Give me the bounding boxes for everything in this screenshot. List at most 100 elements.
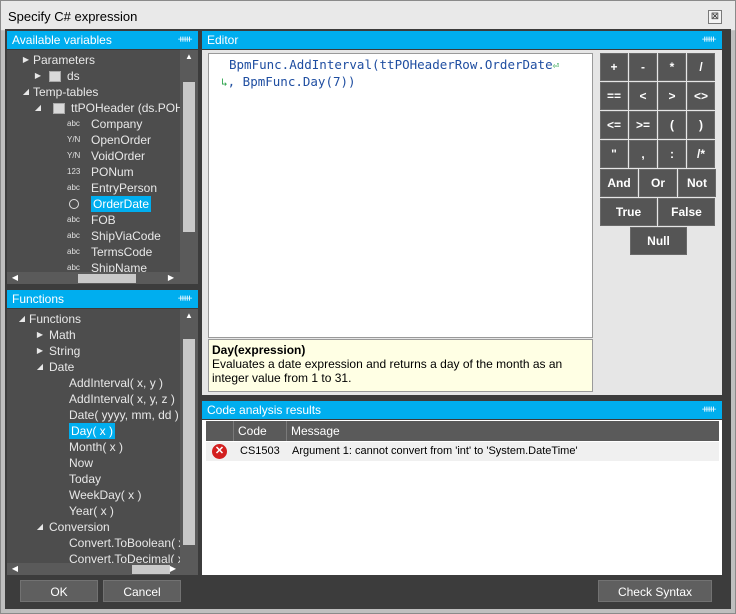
function-item-addinterval-x-y-z[interactable]: AddInterval( x, y, z )	[7, 391, 179, 407]
cancel-button[interactable]: Cancel	[103, 580, 181, 602]
keypad-button[interactable]: /	[687, 53, 715, 81]
tree-item-ttpoheader-ds-poh[interactable]: ◢ ttPOHeader (ds.POH	[7, 100, 184, 116]
functions-horizontal-scrollbar[interactable]: ◀ ▶	[7, 563, 198, 575]
keypad-button[interactable]: *	[658, 53, 686, 81]
check-syntax-button[interactable]: Check Syntax	[598, 580, 712, 602]
function-item-now[interactable]: Now	[7, 455, 179, 471]
keypad-button[interactable]: ,	[629, 140, 657, 168]
tree-item-orderdate[interactable]: OrderDate	[7, 196, 179, 212]
variables-vertical-scrollbar[interactable]: ▲	[180, 50, 198, 272]
column-header-code[interactable]: Code	[238, 421, 267, 441]
function-item-weekday-x[interactable]: WeekDay( x )	[7, 487, 179, 503]
tree-item-voidorder[interactable]: Y/N VoidOrder	[7, 148, 179, 164]
keypad-button[interactable]: False	[658, 198, 715, 226]
results-grid-header: Code Message	[206, 421, 719, 441]
scroll-up-arrow-icon[interactable]: ▲	[183, 311, 195, 320]
keypad-button[interactable]: <>	[687, 82, 715, 110]
variables-horizontal-scrollbar[interactable]: ◀ ▶	[7, 272, 198, 284]
results-panel-body: Code Message ✕ CS1503 Argument 1: cannot…	[202, 420, 722, 575]
keypad-button[interactable]: Or	[639, 169, 677, 197]
dialog-client: Available variables ᚔ abc ShipName abc Term…	[5, 29, 731, 609]
function-item-label: Date	[49, 360, 75, 374]
scroll-right-arrow-icon[interactable]: ▶	[167, 564, 179, 573]
collapse-icon[interactable]: ◢	[21, 84, 31, 100]
pin-icon[interactable]: ᚔ	[178, 31, 192, 49]
function-item-string[interactable]: ▶ String	[7, 343, 179, 359]
pin-icon[interactable]: ᚔ	[178, 290, 192, 308]
keypad-button[interactable]: Null	[630, 227, 687, 255]
keypad-button[interactable]: :	[658, 140, 686, 168]
tree-item-openorder[interactable]: Y/N OpenOrder	[7, 132, 179, 148]
tree-item-fob[interactable]: abc FOB	[7, 212, 179, 228]
tree-item-ponum[interactable]: 123 PONum	[7, 164, 179, 180]
scroll-thumb[interactable]	[78, 274, 136, 283]
keypad-button[interactable]: True	[600, 198, 657, 226]
keypad-button[interactable]: -	[629, 53, 657, 81]
expand-icon[interactable]: ▶	[35, 343, 45, 359]
collapse-icon[interactable]: ◢	[35, 359, 45, 375]
keypad-button[interactable]: >=	[629, 111, 657, 139]
result-message: Argument 1: cannot convert from 'int' to…	[292, 445, 578, 457]
scroll-thumb[interactable]	[183, 82, 195, 232]
tree-item-ds[interactable]: ▶ ds	[7, 68, 179, 84]
close-icon[interactable]: ⊠	[708, 10, 722, 24]
function-item-today[interactable]: Today	[7, 471, 179, 487]
expression-editor[interactable]: BpmFunc.AddInterval(ttPOHeaderRow.OrderD…	[208, 53, 593, 338]
keypad-button[interactable]: Not	[678, 169, 716, 197]
scroll-thumb[interactable]	[132, 565, 170, 574]
dataset-icon	[49, 71, 61, 82]
function-item-label: Now	[69, 456, 94, 470]
tree-item-label: VoidOrder	[91, 149, 146, 163]
keypad-button[interactable]: "	[600, 140, 628, 168]
collapse-icon[interactable]: ◢	[33, 100, 43, 116]
keypad-button[interactable]: +	[600, 53, 628, 81]
pin-icon[interactable]: ᚔ	[702, 31, 716, 49]
function-item-day-x[interactable]: Day( x )	[7, 423, 179, 439]
function-item-date[interactable]: ◢ Date	[7, 359, 179, 375]
keypad-button[interactable]: <=	[600, 111, 628, 139]
keypad-button[interactable]: ==	[600, 82, 628, 110]
column-header-message[interactable]: Message	[291, 421, 340, 441]
function-item-addinterval-x-y[interactable]: AddInterval( x, y )	[7, 375, 179, 391]
scroll-up-arrow-icon[interactable]: ▲	[183, 52, 195, 61]
tree-item-parameters[interactable]: ▶ Parameters	[7, 52, 179, 68]
keypad-button[interactable]: <	[629, 82, 657, 110]
collapse-icon[interactable]: ◢	[35, 519, 45, 535]
scroll-right-arrow-icon[interactable]: ▶	[165, 273, 177, 282]
column-header-icon[interactable]	[206, 421, 234, 441]
tree-item-entryperson[interactable]: abc EntryPerson	[7, 180, 179, 196]
keypad-button[interactable]: (	[658, 111, 686, 139]
function-item-month-x[interactable]: Month( x )	[7, 439, 179, 455]
tree-item-temp-tables[interactable]: ◢ Temp-tables	[7, 84, 179, 100]
expand-icon[interactable]: ▶	[35, 327, 45, 343]
pin-icon[interactable]: ᚔ	[702, 401, 716, 419]
ok-button[interactable]: OK	[20, 580, 98, 602]
keypad-button[interactable]: )	[687, 111, 715, 139]
code-line-2-text: , BpmFunc.Day(7))	[227, 74, 356, 89]
table-row[interactable]: ✕ CS1503 Argument 1: cannot convert from…	[206, 442, 719, 461]
scroll-thumb[interactable]	[183, 339, 195, 545]
keypad-button[interactable]: >	[658, 82, 686, 110]
function-item-label: WeekDay( x )	[69, 488, 142, 502]
scroll-left-arrow-icon[interactable]: ◀	[9, 273, 21, 282]
tree-item-termscode[interactable]: abc TermsCode	[7, 244, 179, 260]
function-item-convert-toboolean-x[interactable]: Convert.ToBoolean( x	[7, 535, 184, 551]
keypad-button[interactable]: /*	[687, 140, 715, 168]
function-item-math[interactable]: ▶ Math	[7, 327, 179, 343]
expand-icon[interactable]: ▶	[33, 68, 43, 84]
keypad-button[interactable]: And	[600, 169, 638, 197]
function-item-functions[interactable]: ◢ Functions	[7, 311, 179, 327]
results-panel-header: Code analysis results ᚔ	[202, 401, 722, 419]
function-item-date-yyyy-mm-dd[interactable]: Date( yyyy, mm, dd )	[7, 407, 179, 423]
tree-item-company[interactable]: abc Company	[7, 116, 179, 132]
variables-panel-title: Available variables	[12, 33, 112, 47]
wrap-start-icon: ↳	[221, 76, 228, 89]
tree-item-shipviacode[interactable]: abc ShipViaCode	[7, 228, 179, 244]
expand-icon[interactable]: ▶	[21, 52, 31, 68]
function-item-conversion[interactable]: ◢ Conversion	[7, 519, 179, 535]
function-item-year-x[interactable]: Year( x )	[7, 503, 179, 519]
scroll-left-arrow-icon[interactable]: ◀	[9, 564, 21, 573]
collapse-icon[interactable]: ◢	[17, 311, 27, 327]
functions-vertical-scrollbar[interactable]: ▲	[180, 309, 198, 563]
tree-item-label: Temp-tables	[33, 85, 99, 99]
